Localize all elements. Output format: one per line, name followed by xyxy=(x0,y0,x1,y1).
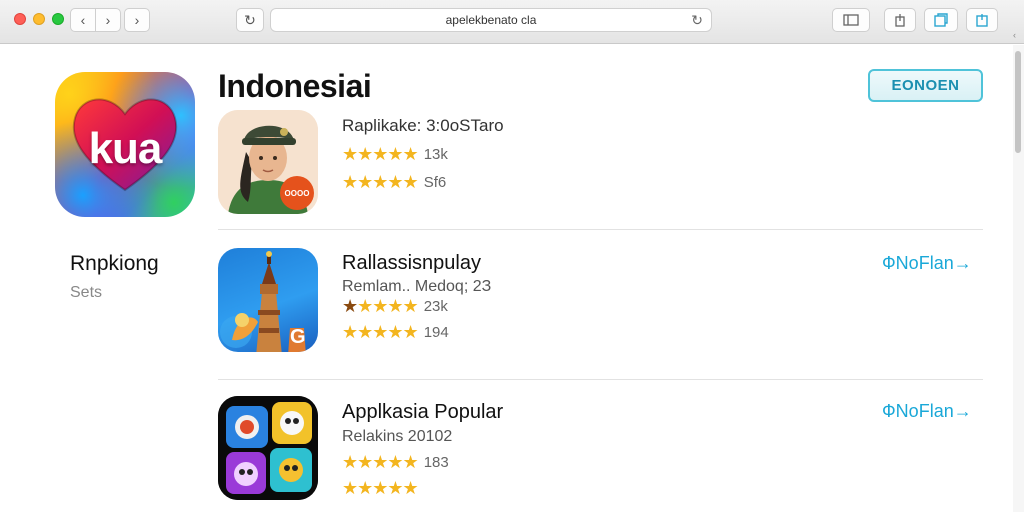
app-rating-3a: ★★★★★ 183 xyxy=(342,452,449,473)
app-icon-2-badge: G xyxy=(290,326,306,348)
scrollbar-thumb[interactable] xyxy=(1015,51,1021,153)
rating-count: Sf6 xyxy=(423,174,447,191)
url-text: apelekbenato cla xyxy=(445,13,537,27)
app-icon-1[interactable]: OOOO xyxy=(218,110,318,214)
chevron-right-icon: › xyxy=(105,12,111,28)
app-icon-3[interactable] xyxy=(218,396,318,500)
app-rating-2a: ★★★★★ 23k xyxy=(342,296,448,317)
app-title-3[interactable]: Applkasia Popular xyxy=(342,401,503,424)
rating-count: 13k xyxy=(423,146,448,163)
copy-button[interactable] xyxy=(966,8,998,32)
share-icon xyxy=(895,14,905,27)
star-rating-icon: ★★★★★ xyxy=(342,296,419,316)
rating-count: 183 xyxy=(423,454,449,471)
game-tiles-icon xyxy=(218,396,318,500)
reload-icon: ↻ xyxy=(244,11,256,28)
zoom-window-button[interactable] xyxy=(52,13,64,25)
page-title: Indonesiai xyxy=(218,68,372,104)
app-rating-1b: ★★★★★ Sf6 xyxy=(342,172,446,193)
app-link-3[interactable]: ФNoFlan→ xyxy=(882,401,972,422)
app-icon-wordmark: kua xyxy=(88,124,163,173)
star-rating-icon: ★★★★★ xyxy=(342,322,419,342)
reload-icon[interactable]: ↻ xyxy=(691,12,703,29)
chevron-right-icon: › xyxy=(134,12,140,28)
app-rating-3b: ★★★★★ xyxy=(342,478,424,499)
forward-button[interactable]: › xyxy=(95,8,121,32)
close-window-button[interactable] xyxy=(14,13,26,25)
back-button[interactable]: ‹ xyxy=(70,8,96,32)
sidebar-icon xyxy=(843,14,859,26)
app-title-2[interactable]: Rallassisnpulay xyxy=(342,252,481,275)
star-rating-icon: ★★★★★ xyxy=(342,478,419,498)
sidebar-button[interactable] xyxy=(832,8,870,32)
top-action-button[interactable]: EONOEN xyxy=(868,69,983,102)
app-icon-2[interactable]: G xyxy=(218,248,318,352)
chevron-down-icon[interactable]: ‹ xyxy=(1013,30,1016,40)
row-divider xyxy=(218,229,983,230)
minimize-window-button[interactable] xyxy=(33,13,45,25)
star-rating-icon: ★★★★★ xyxy=(342,172,419,192)
star-rating-icon: ★★★★★ xyxy=(342,144,419,164)
tabs-icon xyxy=(934,13,948,27)
app-icon-1-badge: OOOO xyxy=(280,176,314,210)
next-page-button[interactable]: › xyxy=(124,8,150,32)
address-bar[interactable]: apelekbenato cla ↻ xyxy=(270,8,712,32)
share-button[interactable] xyxy=(884,8,916,32)
app-subtitle-3: Relakins 20102 xyxy=(342,428,453,445)
vertical-scrollbar[interactable] xyxy=(1013,45,1024,512)
app-subtitle-2: Remlam.. Medoq; 2З xyxy=(342,278,492,295)
copy-icon xyxy=(976,14,988,27)
star-rating-icon: ★★★★★ xyxy=(342,452,419,472)
app-rating-1a: ★★★★★ 13k xyxy=(342,144,448,165)
sidebar-title[interactable]: Rnpkiong xyxy=(70,252,159,276)
app-link-2[interactable]: ФNoFlan→ xyxy=(882,253,972,274)
tabs-button[interactable] xyxy=(924,8,958,32)
sidebar-subtitle[interactable]: Sets xyxy=(70,284,102,302)
reload-button[interactable]: ↻ xyxy=(236,8,264,32)
rating-count: 23k xyxy=(423,298,448,315)
chevron-left-icon: ‹ xyxy=(80,12,86,28)
row-divider xyxy=(218,379,983,380)
app-rating-2b: ★★★★★ 194 xyxy=(342,322,449,343)
browser-toolbar: ‹ › › ↻ apelekbenato cla ↻ ‹ xyxy=(0,0,1024,44)
rating-count: 194 xyxy=(423,324,449,341)
window-controls xyxy=(14,13,64,25)
featured-app-icon[interactable]: kua xyxy=(55,72,195,217)
app-subtitle-1: Raplikake: 3:0oSTaro xyxy=(342,116,504,135)
